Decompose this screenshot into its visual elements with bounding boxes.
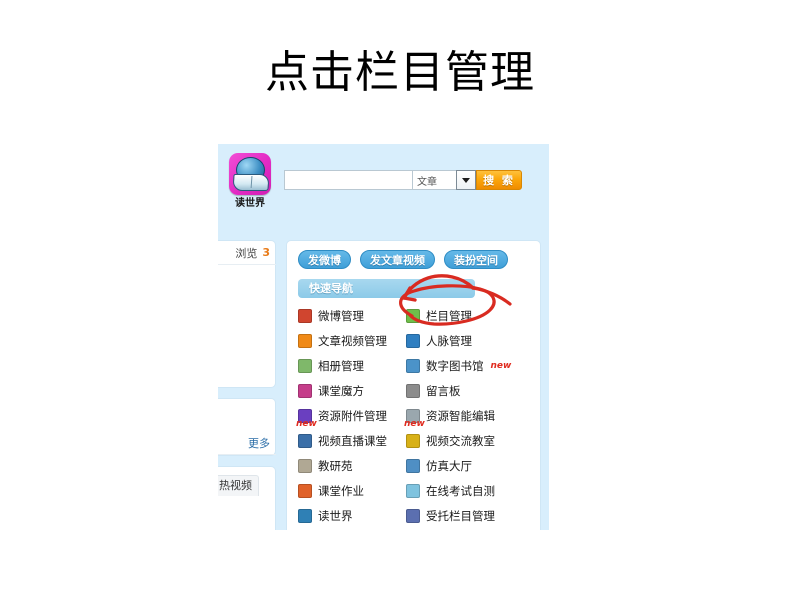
nav-item-label: 视频直播课堂 <box>318 433 387 448</box>
photo-icon <box>298 358 312 373</box>
more-link[interactable]: 更多 <box>248 435 270 451</box>
browse-label: 浏览 <box>235 246 258 260</box>
delegate-icon <box>406 508 420 523</box>
avatar-label: 读世界 <box>235 198 265 209</box>
nav-item-label: 文章视频管理 <box>318 333 387 348</box>
page-title: 点击栏目管理 <box>265 47 535 98</box>
search-category-select[interactable]: 文章 <box>412 170 456 190</box>
library-icon <box>406 358 420 373</box>
quick-nav-header: 快速导航 <box>298 279 475 298</box>
broadcast-icon <box>298 433 312 448</box>
sidebar-card-video: 热视频 ... <box>218 466 276 530</box>
nav-item[interactable]: 文章视频管理 <box>298 328 406 353</box>
quick-nav-grid: 微博管理 栏目管理文章视频管理 人脉管理相册管理 数字图书馆 new 课堂魔方 留言板资源附… <box>296 303 534 528</box>
globe-book-icon <box>229 153 271 195</box>
nav-item[interactable]: 在线考试自测 <box>406 478 534 503</box>
nav-item[interactable]: new 视频交流教室 <box>404 420 534 453</box>
hot-video-tab[interactable]: 热视频 <box>218 475 259 496</box>
simulation-icon <box>406 458 420 473</box>
action-button-row: 发微博 发文章视频 装扮空间 <box>298 250 508 269</box>
sidebar-card-more: 更多 <box>218 398 276 456</box>
nav-item-label: 资源智能编辑 <box>426 408 495 423</box>
homework-icon <box>298 483 312 498</box>
nav-item[interactable]: new 视频直播课堂 <box>296 420 406 453</box>
columns-icon <box>406 308 420 323</box>
post-weibo-button[interactable]: 发微博 <box>298 250 351 269</box>
cube-icon <box>298 383 312 398</box>
research-icon <box>298 458 312 473</box>
nav-item-label: 课堂作业 <box>318 483 364 498</box>
nav-item[interactable]: 受托栏目管理 <box>406 503 534 528</box>
chevron-down-icon[interactable] <box>456 170 476 190</box>
play-icon <box>298 333 312 348</box>
nav-item-label: 栏目管理 <box>426 308 472 323</box>
new-badge: new <box>404 419 425 429</box>
nav-item-label: 人脉管理 <box>426 333 472 348</box>
nav-item-label: 仿真大厅 <box>426 458 472 473</box>
decorate-space-button[interactable]: 装扮空间 <box>444 250 508 269</box>
nav-item-label: 读世界 <box>318 508 353 523</box>
nav-item-label: 课堂魔方 <box>318 383 364 398</box>
search-bar[interactable]: 文章 搜 索 <box>284 170 522 192</box>
site-header: 读世界 文章 搜 索 <box>218 144 549 236</box>
people-icon <box>406 333 420 348</box>
nav-item[interactable]: 课堂作业 <box>298 478 406 503</box>
nav-item[interactable]: 人脉管理 <box>406 328 534 353</box>
browse-count: 3 <box>262 246 270 259</box>
notepad-icon <box>406 383 420 398</box>
nav-item-label: 相册管理 <box>318 358 364 373</box>
left-sidebar: 浏览 3 更多 热视频 ... <box>218 240 278 530</box>
nav-item-label: 留言板 <box>426 383 461 398</box>
nav-item-label: 资源附件管理 <box>318 408 387 423</box>
avatar-block[interactable]: 读世界 <box>222 153 278 210</box>
read-world-icon <box>298 508 312 523</box>
new-badge: new <box>296 419 317 429</box>
nav-item[interactable]: 读世界 <box>298 503 406 528</box>
video-chat-icon <box>406 433 420 448</box>
exam-icon <box>406 483 420 498</box>
nav-item[interactable]: 相册管理 <box>298 353 406 378</box>
nav-item[interactable]: 栏目管理 <box>406 303 534 328</box>
nav-item-label: 受托栏目管理 <box>426 508 495 523</box>
nav-item[interactable]: 教研苑 <box>298 453 406 478</box>
post-article-video-button[interactable]: 发文章视频 <box>360 250 435 269</box>
weibo-icon <box>298 308 312 323</box>
new-badge: new <box>490 360 512 371</box>
search-button[interactable]: 搜 索 <box>476 170 522 190</box>
quick-nav-card: 发微博 发文章视频 装扮空间 快速导航 微博管理 栏目管理文章视频管理 人脉管理相册… <box>286 240 541 530</box>
nav-item-label: 在线考试自测 <box>426 483 495 498</box>
nav-item-label: 视频交流教室 <box>426 433 495 448</box>
nav-item[interactable]: 留言板 <box>406 378 534 403</box>
nav-item[interactable]: 仿真大厅 <box>406 453 534 478</box>
nav-item-label: 微博管理 <box>318 308 364 323</box>
sidebar-card-stats: 浏览 3 <box>218 240 276 388</box>
nav-item[interactable]: 数字图书馆 new <box>406 353 534 378</box>
search-input[interactable] <box>284 170 412 190</box>
nav-item[interactable]: 资源智能编辑 <box>406 403 534 428</box>
browse-stat-row: 浏览 3 <box>218 241 276 265</box>
embedded-screenshot: 读世界 文章 搜 索 浏览 3 更多 热视频 ... 发微博 发文章视 <box>218 144 549 530</box>
nav-item[interactable]: 微博管理 <box>298 303 406 328</box>
nav-item-label: 数字图书馆 <box>426 358 484 373</box>
nav-item-label: 教研苑 <box>318 458 353 473</box>
nav-item[interactable]: 课堂魔方 <box>298 378 406 403</box>
